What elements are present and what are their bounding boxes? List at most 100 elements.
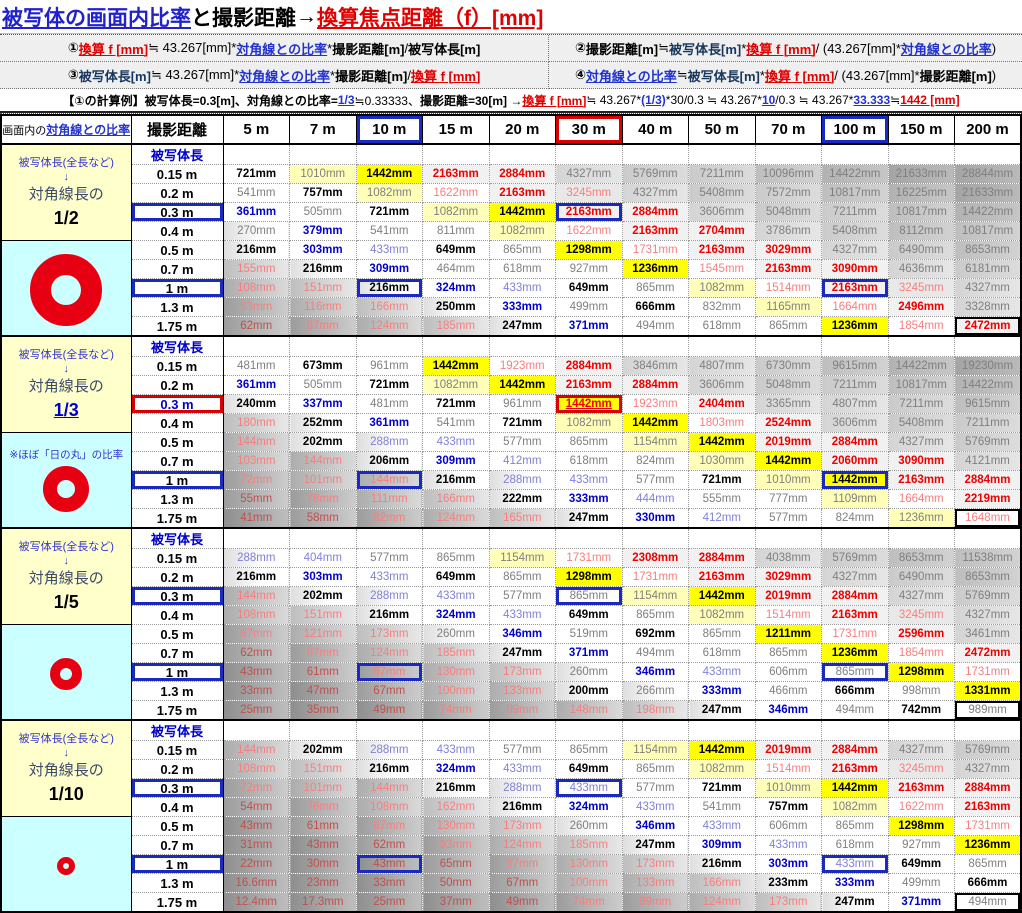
- focal-length-cell: 7211mm: [954, 413, 1022, 433]
- formula-link-term[interactable]: 換算 f [mm]: [79, 39, 148, 58]
- focal-length-cell: 577mm: [355, 548, 423, 568]
- focal-length-cell: 202mm: [289, 740, 357, 760]
- focal-length-cell: 1010mm: [754, 778, 822, 798]
- formula-link-term[interactable]: 対角線との比率: [239, 66, 330, 85]
- formula-link-term[interactable]: 10: [762, 93, 775, 107]
- focal-length-cell: 481mm: [355, 394, 423, 414]
- focal-length-cell: 108mm: [355, 797, 423, 817]
- title-distance: 撮影距離: [212, 6, 296, 30]
- focal-length-cell: 412mm: [688, 508, 756, 529]
- formula-text: ④: [574, 67, 586, 82]
- section-1/2-subject-row: 被写体長(全長など) ↓ 対角線長の 1/2 被写体長: [0, 143, 1022, 241]
- focal-length-cell: 346mm: [621, 662, 689, 682]
- focal-length-cell: 989mm: [954, 700, 1022, 721]
- title-to: と: [191, 6, 212, 30]
- focal-length-cell: 494mm: [821, 700, 889, 721]
- focal-length-cell: 346mm: [488, 624, 556, 644]
- ratio-fraction[interactable]: 1/3: [2, 398, 130, 422]
- down-arrow-icon: ↓: [63, 746, 70, 759]
- formula-link-term[interactable]: 対角線との比率: [901, 39, 992, 58]
- focal-length-cell: 309mm: [422, 451, 490, 471]
- focal-length-cell: 43mm: [222, 662, 290, 682]
- focal-length-cell: 541mm: [688, 797, 756, 817]
- formula-text: 被写体長[m]: [669, 41, 742, 57]
- focal-length-cell: 14422mm: [954, 375, 1022, 395]
- focal-length-cell: 865mm: [621, 278, 689, 298]
- diagonal-ratio-link[interactable]: 対角線との比率: [46, 123, 130, 137]
- title-focal-length: 換算焦点距離（f）[mm]: [317, 6, 544, 30]
- formula-link-term[interactable]: 33.333: [853, 93, 890, 107]
- focal-length-cell: 1854mm: [887, 316, 955, 337]
- focal-length-cell: 28844mm: [954, 164, 1022, 184]
- empty-cell: [954, 143, 1022, 165]
- focal-length-cell: 4327mm: [887, 432, 955, 452]
- focal-length-cell: 6490mm: [887, 240, 955, 260]
- empty-cell: [422, 143, 490, 165]
- focal-length-cell: 303mm: [754, 854, 822, 874]
- empty-cell: [954, 335, 1022, 357]
- formula-link-term[interactable]: 換算 f [mm]: [746, 39, 815, 58]
- formula-link-term[interactable]: 対角線との比率: [586, 66, 677, 85]
- table-row: 0.4 m 54mm 76mm 108mm 162mm 216mm 324mm 433mm 54…: [1, 797, 1022, 817]
- focal-length-cell: 124mm: [422, 508, 490, 529]
- focal-length-cell: 1082mm: [488, 221, 556, 241]
- ratio-panel-1/3: 被写体長(全長など) ↓ 対角線長の 1/3: [0, 335, 132, 433]
- table-row: 0.7 m 62mm 87mm 124mm 185mm 247mm 371mm 494mm 61…: [1, 643, 1022, 663]
- focal-length-cell: 692mm: [621, 624, 689, 644]
- focal-length-cell: 1664mm: [821, 297, 889, 317]
- formula-link-term[interactable]: 換算 f [mm]: [765, 66, 834, 85]
- focal-length-cell: 2884mm: [621, 375, 689, 395]
- focal-length-cell: 1514mm: [754, 278, 822, 298]
- ratio-subject-label: 被写体長(全長など): [18, 156, 114, 169]
- focal-length-cell: 216mm: [289, 259, 357, 279]
- table-row: 0.5 m 87mm 121mm 173mm 260mm 346mm 519mm 692mm 8…: [0, 624, 1022, 721]
- focal-length-cell: 1442mm: [488, 375, 556, 395]
- focal-length-cell: 2404mm: [688, 394, 756, 414]
- focal-length-cell: 33mm: [222, 681, 290, 701]
- focal-length-cell: 2019mm: [754, 432, 822, 452]
- focal-length-cell: 1082mm: [821, 797, 889, 817]
- formula-link-term[interactable]: 1442 [mm]: [900, 93, 959, 107]
- focal-length-cell: 144mm: [355, 778, 423, 798]
- row-label-0.3m: 0.3 m: [130, 778, 224, 798]
- focal-length-cell: 173mm: [754, 892, 822, 913]
- focal-length-cell: 130mm: [422, 816, 490, 836]
- focal-length-cell: 3029mm: [754, 240, 822, 260]
- table-row: 0.2 m 541mm 757mm 1082mm 1622mm 2163mm 3245mm 4…: [1, 183, 1022, 203]
- table-row: 0.15 m 288mm 404mm 577mm 865mm 1154mm 1731mm 23…: [1, 548, 1022, 568]
- formula-link-term[interactable]: (1/3): [641, 93, 666, 107]
- focal-length-cell: 721mm: [688, 778, 756, 798]
- focal-length-cell: 7211mm: [821, 375, 889, 395]
- formula-text: ≒ 43.267*: [586, 93, 642, 107]
- formula-link-term[interactable]: 1/3: [338, 93, 355, 107]
- row-label-0.2m: 0.2 m: [130, 375, 224, 395]
- focal-length-cell: 541mm: [222, 183, 290, 203]
- empty-cell: [222, 143, 290, 165]
- table-row: 0.7 m 103mm 144mm 206mm 309mm 412mm 618mm 824mm…: [1, 451, 1022, 471]
- focal-length-cell: 2884mm: [555, 356, 623, 376]
- focal-length-cell: 433mm: [422, 586, 490, 606]
- formula-link-term[interactable]: 換算 f [mm]: [522, 92, 586, 109]
- focal-length-cell: 108mm: [222, 759, 290, 779]
- focal-length-cell: 1622mm: [555, 221, 623, 241]
- row-label-0.5m: 0.5 m: [130, 624, 224, 644]
- focal-length-cell: 649mm: [422, 240, 490, 260]
- focal-length-cell: 61mm: [289, 662, 357, 682]
- focal-length-cell: 742mm: [887, 700, 955, 721]
- focal-length-cell: 7211mm: [887, 394, 955, 414]
- focal-length-cell: 824mm: [621, 451, 689, 471]
- focal-length-cell: 87mm: [355, 662, 423, 682]
- formula-link-term[interactable]: 換算 f [mm]: [411, 66, 480, 85]
- focal-length-cell: 3029mm: [754, 567, 822, 587]
- row-label-0.5m: 0.5 m: [130, 240, 224, 260]
- focal-length-cell: 649mm: [422, 567, 490, 587]
- focal-length-cell: 6181mm: [954, 259, 1022, 279]
- focal-length-cell: 16.6mm: [222, 873, 290, 893]
- formula-2-distance: ② 撮影距離[m] ≒ 被写体長[m] * 換算 f [mm] / (43.267[m…: [549, 35, 1022, 62]
- focal-length-cell: 124mm: [488, 835, 556, 855]
- focal-length-cell: 62mm: [355, 835, 423, 855]
- focal-length-cell: 250mm: [422, 297, 490, 317]
- focal-length-cell: 1442mm: [688, 432, 756, 452]
- empty-cell: [621, 527, 689, 549]
- formula-link-term[interactable]: 対角線との比率: [236, 39, 327, 58]
